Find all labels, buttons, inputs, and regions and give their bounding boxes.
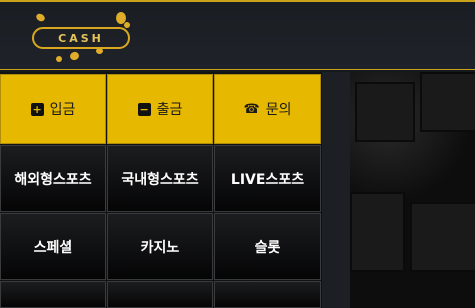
top-header: CASH (0, 0, 475, 70)
menu-cell-empty[interactable] (214, 281, 321, 308)
phone-icon: ☎ (243, 101, 260, 117)
menu-cell-empty[interactable] (107, 281, 213, 308)
coin-icon (68, 50, 81, 62)
coin-icon (56, 56, 62, 62)
minus-square-icon: − (137, 102, 151, 116)
stone-tile (410, 202, 475, 272)
stone-tile (355, 82, 415, 142)
menu-label: 슬롯 (254, 239, 281, 256)
menu-label: 국내형스포츠 (121, 171, 199, 188)
column-divider (322, 72, 350, 308)
cash-logo[interactable]: CASH (28, 10, 138, 66)
logo-badge: CASH (32, 27, 130, 49)
menu-special[interactable]: 스페셜 (0, 213, 106, 280)
menu-label: 해외형스포츠 (14, 171, 92, 188)
plus-square-icon: + (30, 102, 44, 116)
logo-text: CASH (58, 31, 104, 45)
stone-tile (350, 192, 405, 272)
withdraw-button[interactable]: − 출금 (107, 74, 213, 144)
deposit-label: 입금 (49, 102, 76, 118)
coin-icon (34, 12, 47, 23)
menu-label: LIVE스포츠 (230, 171, 305, 188)
inquiry-label: 문의 (265, 102, 292, 118)
menu-casino[interactable]: 카지노 (107, 213, 213, 280)
inquiry-button[interactable]: ☎ 문의 (214, 74, 321, 144)
menu-label: 카지노 (140, 239, 180, 256)
stone-tile (420, 72, 475, 132)
menu-grid: + 입금 − 출금 ☎ 문의 해외형스포츠 국내형스포츠 LIVE스포츠 스페셜… (0, 72, 322, 308)
deposit-button[interactable]: + 입금 (0, 74, 106, 144)
menu-live-sports[interactable]: LIVE스포츠 (214, 145, 321, 212)
menu-domestic-sports[interactable]: 국내형스포츠 (107, 145, 213, 212)
withdraw-label: 출금 (156, 102, 183, 118)
coin-icon (124, 22, 130, 28)
menu-slot[interactable]: 슬롯 (214, 213, 321, 280)
menu-overseas-sports[interactable]: 해외형스포츠 (0, 145, 106, 212)
menu-cell-empty[interactable] (0, 281, 106, 308)
stone-background-banner (350, 72, 475, 308)
menu-label: 스페셜 (33, 239, 73, 256)
